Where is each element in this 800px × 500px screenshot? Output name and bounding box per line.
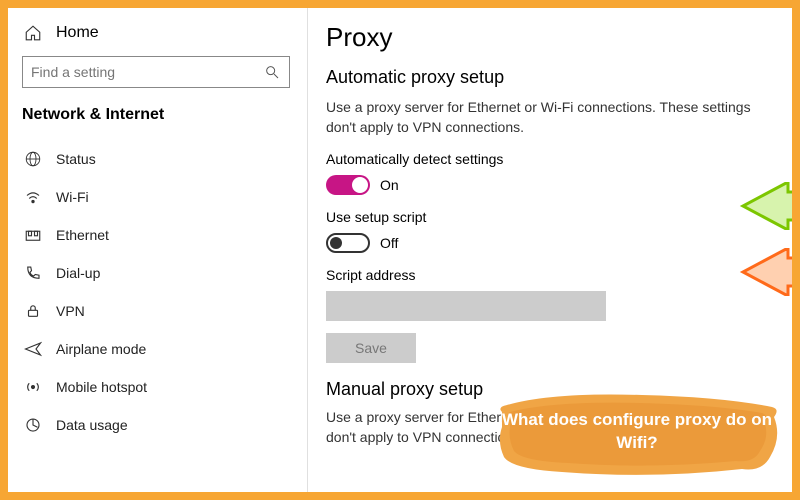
category-title: Network & Internet bbox=[22, 106, 307, 124]
settings-sidebar: Home Network & Internet Status Wi-Fi Eth… bbox=[8, 8, 308, 492]
sidebar-item-wifi[interactable]: Wi-Fi bbox=[22, 178, 307, 216]
sidebar-item-label: Status bbox=[56, 151, 96, 167]
auto-section-title: Automatic proxy setup bbox=[326, 67, 774, 88]
sidebar-item-label: Wi-Fi bbox=[56, 189, 89, 205]
home-icon bbox=[24, 24, 42, 42]
setup-script-toggle[interactable] bbox=[326, 233, 370, 253]
script-address-label: Script address bbox=[326, 267, 774, 283]
sidebar-item-airplane[interactable]: Airplane mode bbox=[22, 330, 307, 368]
sidebar-item-vpn[interactable]: VPN bbox=[22, 292, 307, 330]
caption-text: What does configure proxy do on Wifi? bbox=[492, 409, 782, 455]
auto-detect-state: On bbox=[380, 177, 399, 193]
ethernet-icon bbox=[24, 226, 42, 244]
sidebar-item-label: Airplane mode bbox=[56, 341, 146, 357]
window-frame: Home Network & Internet Status Wi-Fi Eth… bbox=[0, 0, 800, 500]
data-icon bbox=[24, 416, 42, 434]
search-settings[interactable] bbox=[22, 56, 290, 88]
setup-script-label: Use setup script bbox=[326, 209, 774, 225]
airplane-icon bbox=[24, 340, 42, 358]
vpn-icon bbox=[24, 302, 42, 320]
sidebar-item-label: VPN bbox=[56, 303, 85, 319]
home-label: Home bbox=[56, 24, 99, 42]
main-panel: Proxy Automatic proxy setup Use a proxy … bbox=[308, 8, 792, 492]
sidebar-item-dialup[interactable]: Dial-up bbox=[22, 254, 307, 292]
sidebar-item-label: Ethernet bbox=[56, 227, 109, 243]
sidebar-item-ethernet[interactable]: Ethernet bbox=[22, 216, 307, 254]
sidebar-item-label: Mobile hotspot bbox=[56, 379, 147, 395]
sidebar-item-label: Data usage bbox=[56, 417, 128, 433]
page-title: Proxy bbox=[326, 22, 774, 53]
sidebar-item-datausage[interactable]: Data usage bbox=[22, 406, 307, 444]
search-icon bbox=[263, 63, 281, 81]
script-address-input[interactable] bbox=[326, 291, 606, 321]
wifi-icon bbox=[24, 188, 42, 206]
setup-script-state: Off bbox=[380, 235, 398, 251]
globe-icon bbox=[24, 150, 42, 168]
sidebar-item-label: Dial-up bbox=[56, 265, 100, 281]
search-input[interactable] bbox=[31, 64, 251, 80]
sidebar-item-status[interactable]: Status bbox=[22, 140, 307, 178]
save-button[interactable]: Save bbox=[326, 333, 416, 363]
hotspot-icon bbox=[24, 378, 42, 396]
auto-detect-label: Automatically detect settings bbox=[326, 151, 774, 167]
home-nav[interactable]: Home bbox=[22, 18, 307, 56]
phone-icon bbox=[24, 264, 42, 282]
auto-section-desc: Use a proxy server for Ethernet or Wi-Fi… bbox=[326, 98, 756, 137]
auto-detect-toggle[interactable] bbox=[326, 175, 370, 195]
sidebar-item-hotspot[interactable]: Mobile hotspot bbox=[22, 368, 307, 406]
caption-overlay: What does configure proxy do on Wifi? bbox=[492, 387, 782, 482]
